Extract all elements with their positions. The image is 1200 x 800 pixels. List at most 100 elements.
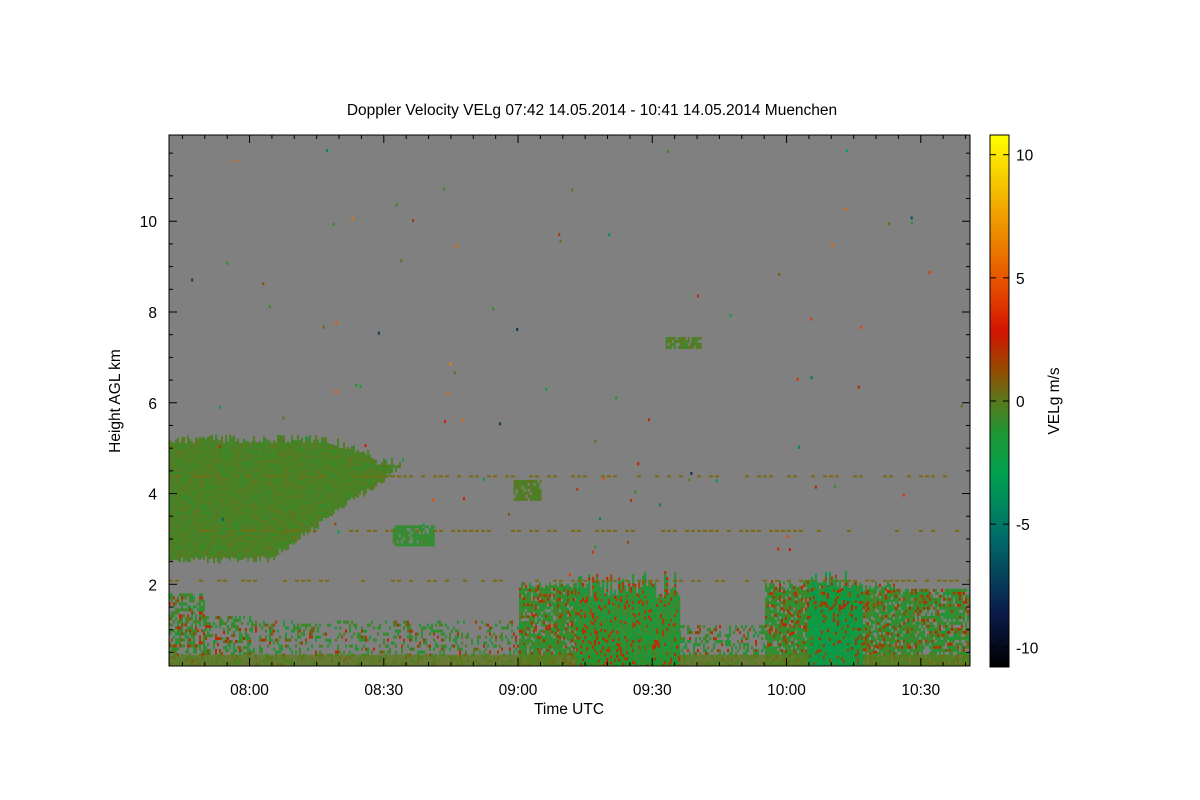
echo-cell <box>321 482 323 486</box>
echo-cell <box>327 448 329 452</box>
echo-cell <box>211 456 213 460</box>
echo-cell <box>205 508 207 512</box>
echo-cell <box>343 481 345 485</box>
echo-cell <box>221 472 223 476</box>
echo-cell <box>305 623 307 627</box>
echo-cell <box>527 642 529 646</box>
echo-cell <box>527 600 529 604</box>
echo-cell <box>287 626 289 630</box>
echo-cell <box>187 507 189 511</box>
echo-cell <box>455 629 457 633</box>
echo-cell <box>209 453 211 457</box>
echo-cell <box>523 600 525 604</box>
echo-cell <box>247 552 249 556</box>
echo-cell <box>303 482 305 486</box>
echo-cell <box>329 476 331 480</box>
echo-cell <box>171 549 173 553</box>
echo-cell <box>241 481 243 485</box>
echo-cell <box>523 482 526 486</box>
echo-cell <box>189 453 191 457</box>
echo-cell <box>219 557 221 561</box>
echo-cell <box>379 626 381 630</box>
echo-cell <box>281 483 283 487</box>
echo-cell <box>223 515 225 519</box>
echo-cell <box>285 544 287 548</box>
echo-cell <box>187 525 189 529</box>
echo-cell <box>305 626 307 630</box>
echo-cell <box>351 461 353 465</box>
echo-cell <box>271 443 273 447</box>
echo-cell <box>191 507 193 511</box>
echo-cell <box>307 462 309 466</box>
echo-cell <box>185 527 187 531</box>
echo-cell <box>227 486 229 490</box>
echo-cell <box>339 632 341 636</box>
echo-cell <box>173 605 175 609</box>
echo-cell <box>267 478 269 482</box>
echo-cell <box>295 500 297 504</box>
echo-cell <box>271 464 273 468</box>
echo-cell <box>193 650 195 654</box>
echo-cell <box>251 537 253 541</box>
echo-cell <box>375 638 377 642</box>
echo-cell <box>383 470 385 474</box>
echo-cell <box>211 459 213 463</box>
echo-cell <box>265 462 267 466</box>
echo-cell <box>533 497 536 501</box>
echo-cell <box>289 472 291 476</box>
echo-cell <box>199 446 201 450</box>
echo-cell <box>249 458 251 462</box>
echo-cell <box>253 487 255 491</box>
echo-cell <box>295 518 297 522</box>
echo-cell <box>381 477 383 481</box>
echo-cell <box>327 478 329 482</box>
echo-cell <box>215 551 217 555</box>
echo-cell <box>331 477 333 481</box>
echo-cell <box>199 485 201 489</box>
echo-cell <box>211 462 213 466</box>
echo-cell <box>179 511 181 515</box>
echo-cell <box>299 635 301 639</box>
echo-cell <box>301 524 303 528</box>
echo-cell <box>203 629 205 633</box>
echo-cell <box>231 634 233 638</box>
echo-cell <box>301 515 303 519</box>
echo-cell <box>275 448 277 452</box>
echo-cell <box>217 520 219 524</box>
echo-cell <box>513 644 515 648</box>
echo-cell <box>223 640 225 644</box>
echo-cell <box>697 342 700 346</box>
echo-cell <box>251 474 253 478</box>
echo-cell <box>225 516 227 520</box>
echo-cell <box>277 521 279 525</box>
echo-cell <box>243 447 245 451</box>
echo-cell <box>229 545 231 549</box>
echo-cell <box>243 471 245 475</box>
echo-cell <box>357 479 359 483</box>
echo-cell <box>211 480 213 484</box>
echo-cell <box>309 453 311 457</box>
echo-cell <box>337 495 339 499</box>
echo-cell <box>523 648 525 652</box>
echo-cell <box>430 537 433 541</box>
echo-cell <box>197 471 199 475</box>
echo-cell <box>435 641 437 645</box>
echo-cell <box>209 435 211 439</box>
echo-cell <box>209 438 211 442</box>
echo-cell <box>529 651 531 655</box>
echo-cell <box>393 464 395 468</box>
echo-cell <box>209 444 211 448</box>
echo-cell <box>179 445 181 449</box>
echo-cell <box>233 646 235 650</box>
echo-cell <box>235 447 237 451</box>
echo-cell <box>195 452 197 456</box>
echo-cell <box>183 593 185 597</box>
echo-cell <box>299 518 301 522</box>
echo-cell <box>191 501 193 505</box>
echo-cell <box>269 495 271 499</box>
echo-cell <box>289 508 291 512</box>
echo-cell <box>253 439 255 443</box>
echo-cell <box>289 511 291 515</box>
echo-cell <box>349 490 351 494</box>
echo-cell <box>297 516 299 520</box>
